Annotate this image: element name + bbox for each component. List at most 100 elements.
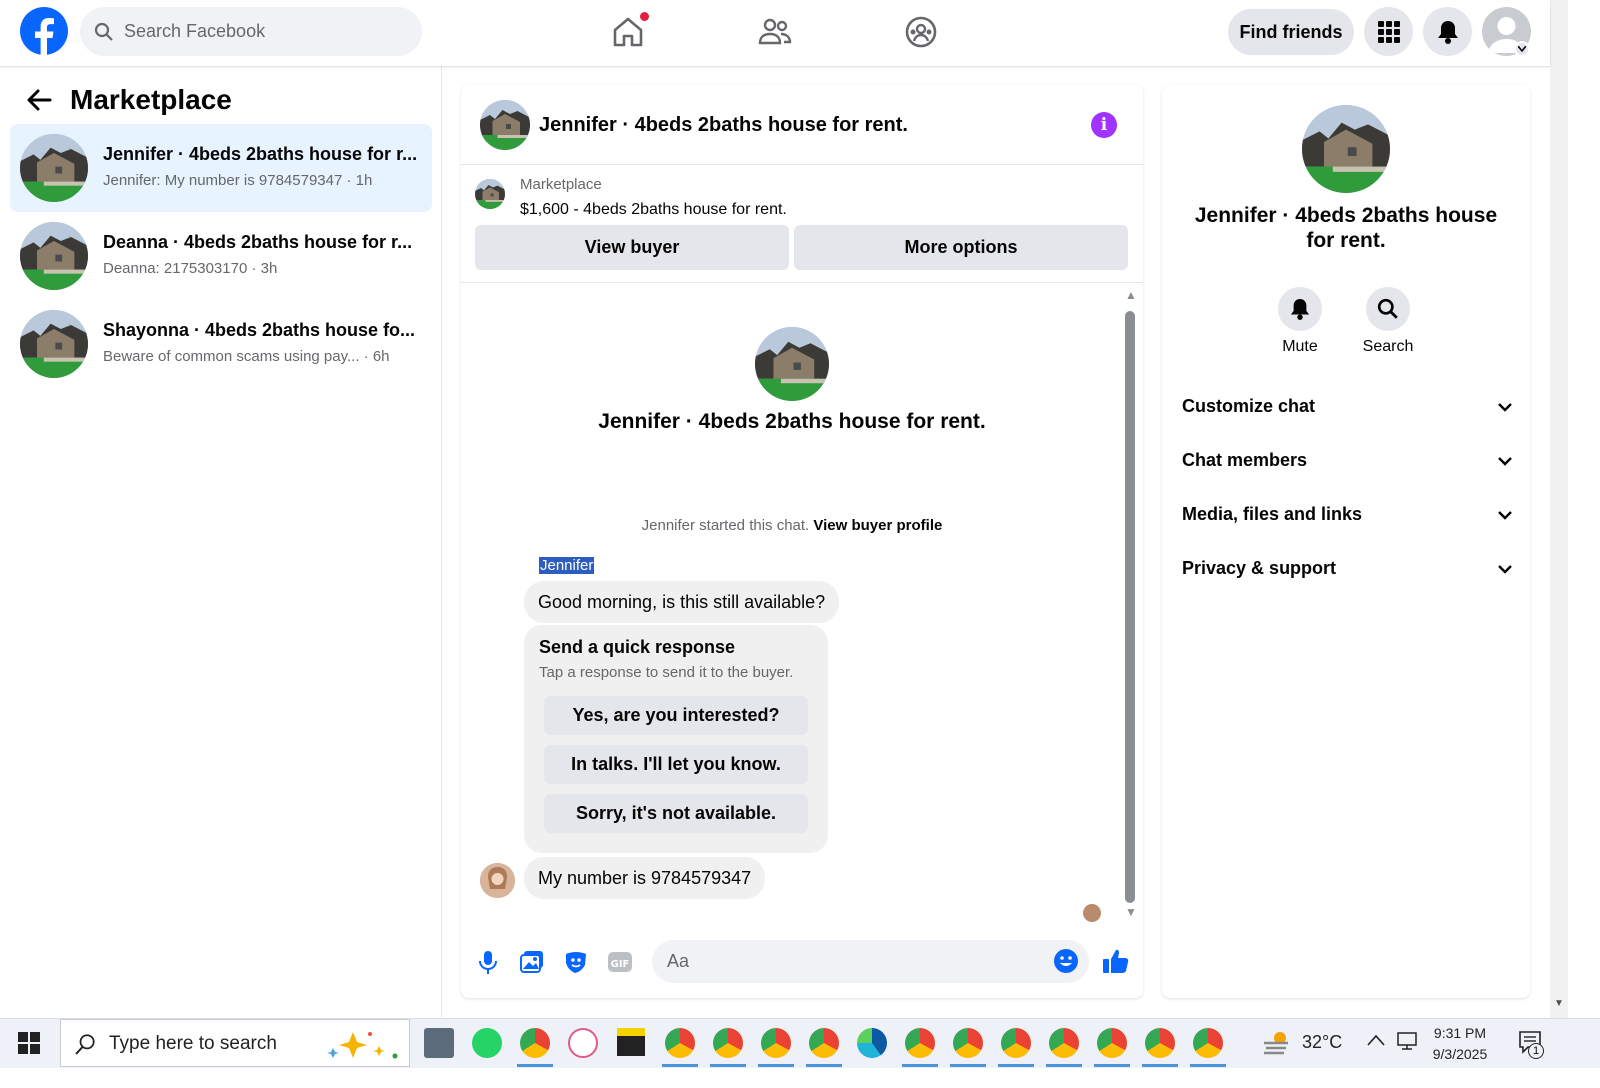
chat-scrollbar[interactable] [1125, 311, 1135, 903]
windows-start-icon[interactable] [18, 1032, 40, 1059]
page-title: Marketplace [70, 84, 232, 115]
top-navigation-bar: Search Facebook Find friends [0, 0, 1550, 66]
menu-grid-icon[interactable] [1364, 7, 1413, 56]
clock-time: 9:31 PM [1433, 1025, 1487, 1041]
chat-panel: Jennifer · 4beds 2baths house for rent. … [461, 85, 1143, 998]
scroll-down-arrow-icon[interactable]: ▼ [1125, 905, 1137, 919]
search-icon[interactable] [1366, 287, 1410, 331]
chevron-down-icon[interactable] [1514, 41, 1530, 57]
taskbar-search-box[interactable]: Type here to search [60, 1019, 410, 1067]
quick-response-subtitle: Tap a response to send it to the buyer. [539, 664, 794, 681]
view-buyer-profile-link[interactable]: View buyer profile [813, 517, 942, 534]
notification-dot [640, 12, 649, 21]
conversation-snippet: Beware of common scams using pay... · 6h [103, 348, 390, 365]
search-icon [94, 22, 114, 47]
media-files-links-section[interactable]: Media, files and links [1182, 494, 1512, 534]
listing-thumbnail [755, 327, 829, 401]
scroll-down-arrow-icon[interactable]: ▼ [1554, 998, 1564, 1009]
chevron-up-icon[interactable] [1367, 1033, 1385, 1051]
listing-thumbnail[interactable] [480, 100, 530, 150]
conversation-item[interactable]: Jennifer · 4beds 2baths house for r... J… [10, 124, 432, 212]
network-icon[interactable] [1396, 1031, 1418, 1056]
buyer-avatar[interactable] [480, 863, 515, 898]
like-thumbs-up-icon[interactable] [1102, 947, 1130, 980]
microphone-icon[interactable] [475, 949, 501, 975]
chrome-icon[interactable] [665, 1028, 695, 1058]
chrome-icon[interactable] [1001, 1028, 1031, 1058]
weather-temperature[interactable]: 32°C [1302, 1032, 1342, 1053]
conversation-snippet: Jennifer: My number is 9784579347 · 1h [103, 172, 373, 189]
back-arrow-icon[interactable] [26, 88, 52, 117]
snipping-tool-icon[interactable] [568, 1028, 598, 1058]
section-label: Media, files and links [1182, 503, 1363, 524]
sticky-notes-icon[interactable] [617, 1028, 645, 1056]
chrome-icon[interactable] [905, 1028, 935, 1058]
quick-response-button[interactable]: Yes, are you interested? [544, 696, 808, 735]
chrome-icon[interactable] [520, 1028, 550, 1058]
notifications-bell-icon[interactable] [1423, 7, 1472, 56]
svg-text:GIF: GIF [611, 959, 630, 970]
edge-icon[interactable] [857, 1028, 887, 1058]
conversation-item[interactable]: Deanna · 4beds 2baths house for r... Dea… [10, 212, 432, 300]
chat-started-notice: Jennifer started this chat. View buyer p… [461, 517, 1123, 534]
mute-label: Mute [1282, 338, 1318, 355]
emoji-icon[interactable] [1053, 948, 1079, 979]
sticker-icon[interactable] [563, 949, 589, 975]
conversation-item[interactable]: Shayonna · 4beds 2baths house fo... Bewa… [10, 300, 432, 388]
active-indicator [662, 1064, 698, 1067]
page-scrollbar[interactable]: ▼ [1550, 0, 1568, 1018]
privacy-support-section[interactable]: Privacy & support [1182, 548, 1512, 588]
chrome-icon[interactable] [713, 1028, 743, 1058]
chevron-down-icon [1498, 396, 1512, 417]
chrome-icon[interactable] [1097, 1028, 1127, 1058]
message-bubble: My number is 9784579347 [524, 857, 766, 899]
chrome-icon[interactable] [1193, 1028, 1223, 1058]
more-options-button[interactable]: More options [794, 225, 1128, 270]
photo-gallery-icon[interactable] [519, 949, 545, 975]
facebook-logo-icon[interactable] [20, 7, 68, 55]
search-placeholder: Search Facebook [124, 21, 266, 41]
search-bar[interactable]: Search Facebook [80, 7, 422, 56]
active-indicator [1142, 1064, 1178, 1067]
friends-icon[interactable] [757, 14, 793, 50]
clock[interactable]: 9:31 PM 9/3/2025 [1420, 1023, 1500, 1065]
find-friends-button[interactable]: Find friends [1228, 9, 1354, 55]
active-indicator [1094, 1064, 1130, 1067]
active-indicator [1190, 1064, 1226, 1067]
chat-members-section[interactable]: Chat members [1182, 440, 1512, 480]
quick-response-button[interactable]: In talks. I'll let you know. [544, 745, 808, 784]
marketplace-label: Marketplace [520, 176, 602, 193]
listing-thumbnail [20, 134, 88, 202]
message-input[interactable] [652, 940, 1089, 983]
listing-thumbnail [20, 222, 88, 290]
taskbar-search-placeholder: Type here to search [109, 1033, 277, 1054]
whatsapp-icon[interactable] [472, 1028, 502, 1058]
chat-started-text: Jennifer started this chat. [641, 517, 810, 534]
chrome-icon[interactable] [953, 1028, 983, 1058]
chrome-icon[interactable] [1145, 1028, 1175, 1058]
weather-haze-icon[interactable] [1262, 1030, 1290, 1061]
chat-title[interactable]: Jennifer · 4beds 2baths house for rent. [539, 114, 908, 137]
chrome-icon[interactable] [1049, 1028, 1079, 1058]
gif-icon[interactable]: GIF [607, 949, 633, 975]
conversation-snippet: Deanna: 2175303170 · 3h [103, 260, 278, 277]
view-buyer-button[interactable]: View buyer [475, 225, 789, 270]
scroll-up-arrow-icon[interactable]: ▲ [1125, 288, 1137, 302]
chevron-down-icon [1498, 558, 1512, 579]
chrome-icon[interactable] [809, 1028, 839, 1058]
listing-thumbnail [1302, 105, 1390, 193]
game-app-icon[interactable] [424, 1028, 454, 1058]
clock-date: 9/3/2025 [1432, 1046, 1488, 1062]
notification-count-badge: 1 [1528, 1043, 1544, 1059]
active-indicator [902, 1064, 938, 1067]
mute-bell-icon[interactable] [1278, 287, 1322, 331]
groups-icon[interactable] [903, 14, 939, 50]
marketplace-inbox-sidebar: Marketplace Jennifer · 4beds 2baths hous… [0, 66, 442, 1018]
info-icon[interactable]: i [1091, 112, 1117, 138]
customize-chat-section[interactable]: Customize chat [1182, 386, 1512, 426]
quick-response-card: Send a quick response Tap a response to … [524, 625, 828, 853]
quick-response-button[interactable]: Sorry, it's not available. [544, 794, 808, 833]
chrome-icon[interactable] [761, 1028, 791, 1058]
listing-price-title[interactable]: $1,600 - 4beds 2baths house for rent. [520, 201, 787, 219]
section-label: Chat members [1182, 449, 1308, 470]
